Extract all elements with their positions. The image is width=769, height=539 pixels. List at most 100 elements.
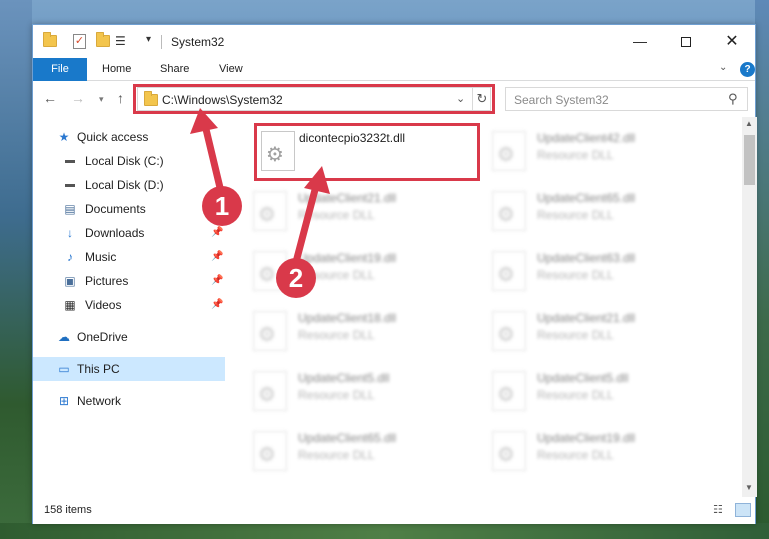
close-button[interactable]: ✕ bbox=[709, 25, 755, 58]
file-tile[interactable]: UpdateClient18.dll Resource DLL bbox=[245, 305, 475, 359]
dll-file-icon bbox=[492, 311, 526, 351]
file-name: UpdateClient19.dll bbox=[537, 431, 636, 445]
nav-item-network[interactable]: ⊞ Network bbox=[33, 389, 225, 413]
scroll-up-icon[interactable]: ▲ bbox=[745, 119, 753, 128]
file-type: Resource DLL bbox=[537, 268, 614, 282]
scroll-thumb[interactable] bbox=[744, 135, 755, 185]
dll-file-icon bbox=[492, 431, 526, 471]
nav-item-label: Local Disk (D:) bbox=[85, 178, 164, 192]
pin-icon[interactable]: 📌 bbox=[211, 269, 223, 293]
file-tile[interactable]: UpdateClient65.dll Resource DLL bbox=[245, 425, 475, 479]
file-tile[interactable]: UpdateClient63.dll Resource DLL bbox=[484, 245, 714, 299]
file-name: UpdateClient5.dll bbox=[298, 371, 390, 385]
tiles-view-icon[interactable] bbox=[735, 503, 751, 517]
details-view-icon[interactable]: ☷ bbox=[713, 503, 729, 517]
nav-item-local-disk-c[interactable]: ▬ Local Disk (C:) bbox=[33, 149, 225, 173]
video-icon: ▦ bbox=[64, 298, 76, 312]
nav-item-label: Downloads bbox=[85, 226, 145, 240]
pin-icon[interactable]: 📌 bbox=[211, 245, 223, 269]
ribbon: File Home Share View ⌄ ? bbox=[33, 58, 755, 81]
file-tile[interactable]: UpdateClient42.dll Resource DLL bbox=[484, 125, 714, 179]
pin-icon[interactable]: 📌 bbox=[211, 293, 223, 317]
tab-view[interactable]: View bbox=[219, 58, 243, 81]
dll-file-icon bbox=[253, 191, 287, 231]
search-input[interactable]: Search System32 bbox=[514, 93, 609, 107]
nav-item-label: Local Disk (C:) bbox=[85, 154, 164, 168]
file-tile[interactable]: UpdateClient65.dll Resource DLL bbox=[484, 185, 714, 239]
forward-arrow-icon[interactable]: → bbox=[71, 90, 85, 106]
properties-check-icon[interactable]: ✓ bbox=[73, 34, 86, 49]
nav-item-videos[interactable]: ▦ Videos 📌 bbox=[33, 293, 225, 317]
tab-share[interactable]: Share bbox=[160, 58, 189, 81]
file-type: Resource DLL bbox=[537, 328, 614, 342]
file-type: Resource DLL bbox=[537, 208, 614, 222]
desktop-background-right bbox=[755, 0, 769, 539]
expand-ribbon-icon[interactable]: ⌄ bbox=[719, 62, 727, 73]
search-icon[interactable]: ⚲ bbox=[728, 91, 738, 107]
title-separator bbox=[161, 35, 162, 49]
nav-item-label: Documents bbox=[85, 202, 146, 216]
file-type: Resource DLL bbox=[298, 208, 375, 222]
document-icon: ▤ bbox=[64, 202, 76, 216]
help-icon[interactable]: ? bbox=[740, 62, 755, 77]
tab-home[interactable]: Home bbox=[102, 58, 131, 81]
nav-item-label: Quick access bbox=[77, 130, 149, 144]
nav-item-label: Videos bbox=[85, 298, 122, 312]
file-highlight-box bbox=[254, 123, 480, 181]
nav-item-pictures[interactable]: ▣ Pictures 📌 bbox=[33, 269, 225, 293]
cloud-icon: ☁ bbox=[58, 330, 70, 344]
file-tile[interactable]: UpdateClient19.dll Resource DLL bbox=[484, 425, 714, 479]
address-highlight-box bbox=[133, 84, 495, 114]
nav-item-label: Pictures bbox=[85, 274, 129, 288]
folder-icon[interactable] bbox=[43, 32, 57, 47]
vertical-scrollbar[interactable]: ▲ ▼ bbox=[742, 117, 757, 497]
file-name: UpdateClient21.dll bbox=[537, 311, 636, 325]
file-name: UpdateClient63.dll bbox=[537, 251, 636, 265]
file-type: Resource DLL bbox=[537, 388, 614, 402]
nav-item-this-pc[interactable]: ▭ This PC bbox=[33, 357, 225, 381]
file-type: Resource DLL bbox=[298, 328, 375, 342]
address-row: ← → ▾ ↑ C:\Windows\System32 ⌄ ↻ Search S… bbox=[33, 81, 755, 117]
quick-access-dropdown-icon[interactable]: ▾ bbox=[146, 34, 151, 45]
navigation-pane: ★ Quick access ▬ Local Disk (C:) ▬ Local… bbox=[33, 117, 225, 497]
scroll-down-icon[interactable]: ▼ bbox=[745, 483, 753, 492]
dll-file-icon bbox=[492, 371, 526, 411]
customize-icon[interactable]: ☰ bbox=[115, 34, 130, 48]
nav-item-music[interactable]: ♪ Music 📌 bbox=[33, 245, 225, 269]
maximize-icon bbox=[681, 37, 691, 48]
nav-item-label: Music bbox=[85, 250, 117, 264]
computer-icon: ▭ bbox=[58, 362, 70, 376]
file-list: dicontecpio3232t.dll UpdateClient21.dll … bbox=[225, 117, 742, 497]
file-type: Resource DLL bbox=[537, 448, 614, 462]
dll-file-icon bbox=[492, 191, 526, 231]
desktop-background-bottom bbox=[0, 523, 769, 539]
tab-file[interactable]: File bbox=[33, 58, 87, 81]
file-tile[interactable]: UpdateClient21.dll Resource DLL bbox=[484, 305, 714, 359]
dll-file-icon bbox=[253, 311, 287, 351]
nav-item-label: OneDrive bbox=[77, 330, 128, 344]
nav-item-quick-access[interactable]: ★ Quick access bbox=[33, 125, 225, 149]
file-type: Resource DLL bbox=[298, 448, 375, 462]
nav-item-onedrive[interactable]: ☁ OneDrive bbox=[33, 325, 225, 349]
back-arrow-icon[interactable]: ← bbox=[43, 90, 57, 106]
file-name: UpdateClient19.dll bbox=[298, 251, 397, 265]
minimize-button[interactable]: — bbox=[617, 25, 663, 58]
file-tile[interactable]: UpdateClient5.dll Resource DLL bbox=[245, 365, 475, 419]
file-name: UpdateClient65.dll bbox=[298, 431, 397, 445]
dll-file-icon bbox=[492, 131, 526, 171]
nav-item-downloads[interactable]: ↓ Downloads 📌 bbox=[33, 221, 225, 245]
file-tile[interactable]: UpdateClient21.dll Resource DLL bbox=[245, 185, 475, 239]
file-name: UpdateClient5.dll bbox=[537, 371, 629, 385]
drive-icon: ▬ bbox=[65, 155, 75, 166]
up-arrow-icon[interactable]: ↑ bbox=[117, 90, 124, 106]
search-box[interactable]: Search System32 ⚲ bbox=[505, 87, 748, 111]
nav-item-documents[interactable]: ▤ Documents 📌 bbox=[33, 197, 225, 221]
file-tile[interactable]: UpdateClient5.dll Resource DLL bbox=[484, 365, 714, 419]
new-folder-icon[interactable] bbox=[96, 32, 110, 47]
maximize-button[interactable] bbox=[663, 25, 709, 58]
nav-item-local-disk-d[interactable]: ▬ Local Disk (D:) bbox=[33, 173, 225, 197]
drive-icon: ▬ bbox=[65, 179, 75, 190]
recent-locations-icon[interactable]: ▾ bbox=[99, 94, 104, 105]
music-icon: ♪ bbox=[67, 250, 73, 264]
file-name: UpdateClient21.dll bbox=[298, 191, 397, 205]
